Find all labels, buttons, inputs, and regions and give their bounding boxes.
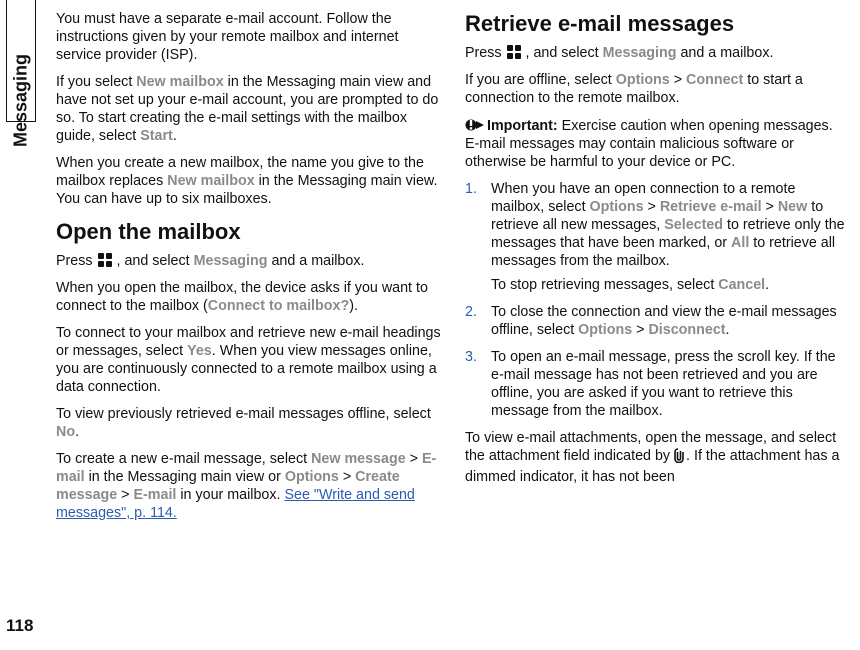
important-icon	[465, 116, 485, 134]
content-columns: You must have a separate e-mail account.…	[56, 10, 850, 640]
paragraph: To view previously retrieved e-mail mess…	[56, 405, 441, 441]
paragraph: If you are offline, select Options > Con…	[465, 71, 850, 107]
paragraph: Press , and select Messaging and a mailb…	[56, 252, 441, 270]
important-label: Important:	[487, 118, 558, 134]
step-3: To open an e-mail message, press the scr…	[465, 348, 850, 420]
ui-label: Options	[285, 469, 339, 485]
paragraph: You must have a separate e-mail account.…	[56, 10, 441, 64]
ui-label: Connect to mailbox?	[208, 298, 349, 314]
paragraph: If you select New mailbox in the Messagi…	[56, 73, 441, 145]
ui-label: Messaging	[603, 45, 677, 61]
paragraph: To create a new e-mail message, select N…	[56, 450, 441, 522]
paragraph: When you open the mailbox, the device as…	[56, 279, 441, 315]
ui-label: New message	[311, 451, 406, 467]
manual-page: Messaging 118 You must have a separate e…	[0, 0, 860, 650]
ui-label: Options	[578, 322, 632, 338]
ui-label: Connect	[686, 72, 743, 88]
ui-label: Cancel	[718, 277, 765, 293]
ui-label: New mailbox	[167, 173, 254, 189]
paragraph: When you create a new mailbox, the name …	[56, 154, 441, 208]
ui-label: Options	[590, 199, 644, 215]
attachment-icon	[674, 448, 686, 468]
paragraph: Press , and select Messaging and a mailb…	[465, 44, 850, 62]
ui-label: Yes	[187, 343, 212, 359]
ui-label: No	[56, 424, 75, 440]
ui-label: All	[731, 235, 749, 251]
step-1: When you have an open connection to a re…	[465, 180, 850, 294]
paragraph: To connect to your mailbox and retrieve …	[56, 324, 441, 396]
section-tab-label: Messaging	[11, 54, 32, 147]
heading-open-mailbox: Open the mailbox	[56, 218, 441, 246]
important-note: Important: Exercise caution when opening…	[465, 116, 850, 171]
ui-label: Retrieve e-mail	[660, 199, 762, 215]
ui-label: New mailbox	[136, 74, 223, 90]
menu-key-icon	[507, 45, 521, 59]
ui-label: New	[778, 199, 807, 215]
section-tab: Messaging	[6, 0, 36, 122]
ui-label: Disconnect	[648, 322, 725, 338]
ui-label: Selected	[664, 217, 723, 233]
right-column: Retrieve e-mail messages Press , and sel…	[465, 10, 850, 640]
ui-label: E-mail	[134, 487, 177, 503]
paragraph: To view e-mail attachments, open the mes…	[465, 429, 850, 486]
menu-key-icon	[98, 253, 112, 267]
page-number: 118	[6, 616, 33, 636]
step-2: To close the connection and view the e-m…	[465, 303, 850, 339]
heading-retrieve-email: Retrieve e-mail messages	[465, 10, 850, 38]
left-column: You must have a separate e-mail account.…	[56, 10, 441, 640]
ui-label: Messaging	[194, 253, 268, 269]
ui-label: Start	[140, 128, 173, 144]
ui-label: Options	[616, 72, 670, 88]
steps-list: When you have an open connection to a re…	[465, 180, 850, 420]
